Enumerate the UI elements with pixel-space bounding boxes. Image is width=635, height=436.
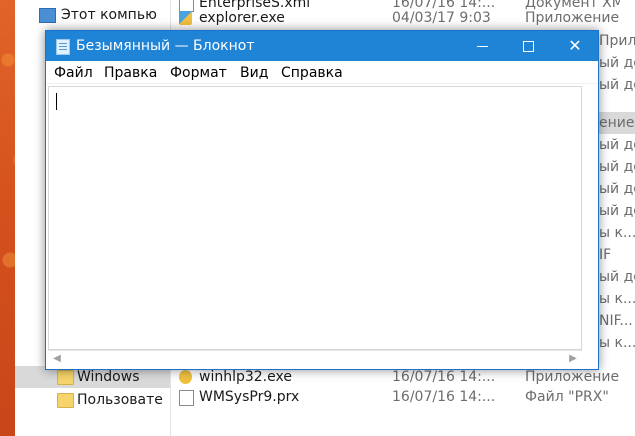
maximize-icon: [523, 41, 534, 52]
file-type: ы к...: [599, 225, 635, 241]
file-row[interactable]: WMSysPr9.prx 16/07/16 14:... Файл "PRX": [170, 386, 620, 408]
file-type: ы к...: [599, 291, 635, 307]
scroll-left-icon[interactable]: ◀: [50, 353, 64, 365]
scroll-right-icon[interactable]: ▶: [566, 353, 580, 365]
file-row[interactable]: explorer.exe 04/03/17 9:03 Приложение: [170, 7, 620, 29]
folder-icon: [57, 370, 74, 385]
help-file-icon: [179, 370, 192, 384]
file-type: ый до...: [599, 159, 635, 175]
menu-file[interactable]: Файл: [52, 61, 95, 83]
prx-file-icon: [179, 390, 194, 406]
minimize-icon: [477, 46, 488, 47]
file-type: ый до...: [599, 137, 635, 153]
file-type: ый до...: [599, 269, 635, 285]
title-bar[interactable]: Безымянный — Блокнот ✕: [46, 31, 598, 61]
computer-icon: [39, 8, 56, 23]
notepad-icon: [56, 39, 70, 55]
file-type: Приложение: [525, 10, 620, 26]
nav-item-this-pc[interactable]: Этот компью: [15, 4, 170, 26]
file-type: ый до...: [599, 203, 635, 219]
menu-edit[interactable]: Правка: [102, 61, 159, 83]
file-type: Приложение: [599, 33, 635, 49]
file-type: NIF...: [599, 313, 633, 329]
text-caret: [56, 93, 57, 110]
file-type: ы к...: [599, 335, 635, 351]
file-type: ый до...: [599, 55, 635, 71]
notepad-window: Безымянный — Блокнот ✕ Файл Правка Форма…: [45, 30, 599, 370]
minimize-button[interactable]: [460, 31, 506, 61]
nav-item-users[interactable]: Пользовате: [15, 389, 170, 411]
menu-help[interactable]: Справка: [279, 61, 345, 83]
file-date: 16/07/16 14:...: [392, 389, 496, 405]
file-name: WMSysPr9.prx: [199, 389, 300, 405]
maximize-button[interactable]: [506, 31, 552, 61]
nav-item-label: Пользовате: [77, 392, 163, 408]
file-name: explorer.exe: [199, 10, 285, 26]
file-type: ение: [599, 115, 635, 131]
menu-bar: Файл Правка Формат Вид Справка: [46, 61, 598, 84]
text-editor[interactable]: [48, 86, 582, 350]
edit-area: ◀ ▶: [46, 84, 598, 369]
window-title: Безымянный — Блокнот: [76, 38, 255, 54]
folder-icon: [57, 393, 74, 408]
exe-file-icon: [179, 11, 192, 25]
file-type: Файл "PRX": [525, 389, 609, 405]
close-icon: ✕: [568, 36, 582, 55]
file-type: ый до...: [599, 181, 635, 197]
menu-format[interactable]: Формат: [168, 61, 229, 83]
nav-item-label: Этот компью: [61, 7, 157, 23]
horizontal-scrollbar[interactable]: ◀ ▶: [48, 350, 582, 368]
file-type: ый до...: [599, 77, 635, 93]
file-type: IF: [599, 247, 612, 263]
close-button[interactable]: ✕: [552, 31, 598, 61]
size-grip[interactable]: [582, 350, 598, 367]
file-date: 04/03/17 9:03: [392, 10, 491, 26]
vertical-scrollbar[interactable]: [582, 86, 598, 350]
menu-view[interactable]: Вид: [238, 61, 270, 83]
